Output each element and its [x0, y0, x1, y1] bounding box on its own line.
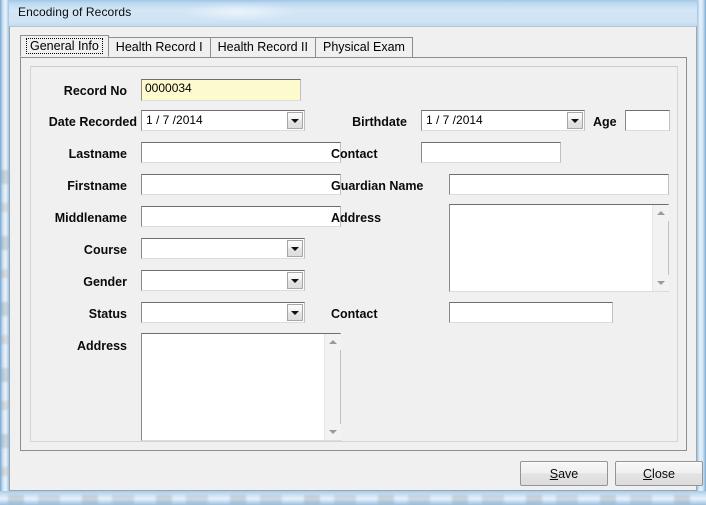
tab-strip: General Info Health Record I Health Reco…: [20, 35, 413, 57]
address-right-scrollbar[interactable]: [652, 205, 669, 291]
scroll-down-icon[interactable]: [653, 275, 669, 291]
date-recorded-label: Date Recorded: [48, 115, 137, 129]
save-button-label: Save: [549, 466, 579, 481]
general-info-panel: Record No 0000034 Date Recorded 1 / 7 /2…: [30, 66, 678, 442]
address-left-scrollbar[interactable]: [324, 334, 341, 440]
guardian-name-input[interactable]: [449, 174, 669, 195]
address-left-textarea[interactable]: [141, 333, 341, 441]
tab-general-info-label: General Info: [26, 37, 103, 55]
middlename-input[interactable]: [141, 206, 341, 227]
date-recorded-dropdown-button[interactable]: [287, 112, 303, 129]
tab-health-record-2[interactable]: Health Record II: [209, 37, 316, 57]
birthdate-dropdown-button[interactable]: [567, 112, 583, 129]
triangle-down-glyph: [657, 281, 665, 285]
address-right-textarea[interactable]: [449, 204, 669, 292]
address-right-label: Address: [331, 211, 382, 225]
desktop-bleed-left: [1, 170, 8, 490]
tab-page-general-info: Record No 0000034 Date Recorded 1 / 7 /2…: [20, 57, 687, 451]
title-bar-sheen: [179, 2, 299, 20]
desktop-bleed-bottom: [8, 495, 698, 504]
window-title: Encoding of Records: [18, 5, 132, 19]
lastname-label: Lastname: [68, 147, 127, 161]
tab-health-record-1-label: Health Record I: [115, 40, 203, 55]
record-no-label: Record No: [63, 84, 127, 98]
guardian-name-label: Guardian Name: [331, 179, 424, 193]
contact-bottom-input[interactable]: [449, 302, 613, 323]
save-button[interactable]: Save: [520, 461, 608, 486]
tab-general-info[interactable]: General Info: [20, 35, 109, 57]
birthdate-picker[interactable]: 1 / 7 /2014: [421, 110, 585, 131]
course-label: Course: [83, 243, 127, 257]
lastname-input[interactable]: [141, 142, 341, 163]
chevron-down-icon: [291, 278, 299, 283]
firstname-input[interactable]: [141, 174, 341, 195]
gender-dropdown-button[interactable]: [287, 272, 303, 289]
age-input[interactable]: [625, 110, 670, 131]
middlename-label: Middlename: [54, 211, 127, 225]
gender-combobox[interactable]: [141, 270, 305, 291]
birthdate-label: Birthdate: [352, 115, 407, 129]
scroll-up-icon[interactable]: [653, 205, 669, 221]
gender-label: Gender: [83, 275, 127, 289]
date-recorded-value: 1 / 7 /2014: [146, 113, 203, 127]
status-combobox[interactable]: [141, 302, 305, 323]
contact-bottom-label: Contact: [331, 307, 378, 321]
firstname-label: Firstname: [67, 179, 127, 193]
birthdate-value: 1 / 7 /2014: [426, 113, 483, 127]
chevron-down-icon: [291, 246, 299, 251]
triangle-down-glyph: [329, 430, 337, 434]
tab-control: General Info Health Record I Health Reco…: [20, 35, 687, 451]
chevron-down-icon: [291, 118, 299, 123]
scroll-down-icon[interactable]: [325, 424, 341, 440]
triangle-up-glyph: [329, 340, 337, 344]
status-label: Status: [88, 307, 127, 321]
close-button-label: Close: [643, 466, 675, 481]
contact-top-label: Contact: [331, 147, 378, 161]
date-recorded-picker[interactable]: 1 / 7 /2014: [141, 110, 305, 131]
application-window: Encoding of Records General Info Health …: [0, 0, 706, 505]
record-no-input[interactable]: 0000034: [141, 79, 301, 101]
tab-health-record-1[interactable]: Health Record I: [107, 37, 211, 57]
tab-physical-exam-label: Physical Exam: [322, 40, 405, 55]
window-frame-right: [697, 0, 706, 505]
age-label: Age: [593, 115, 617, 129]
chevron-down-icon: [291, 310, 299, 315]
triangle-up-glyph: [657, 211, 665, 215]
contact-top-input[interactable]: [421, 142, 561, 163]
tab-physical-exam[interactable]: Physical Exam: [314, 37, 413, 57]
chevron-down-icon: [571, 118, 579, 123]
client-area: General Info Health Record I Health Reco…: [9, 26, 703, 491]
address-left-label: Address: [76, 339, 127, 353]
course-combobox[interactable]: [141, 238, 305, 259]
status-dropdown-button[interactable]: [287, 304, 303, 321]
tab-health-record-2-label: Health Record II: [217, 40, 308, 55]
close-button[interactable]: Close: [615, 461, 703, 486]
course-dropdown-button[interactable]: [287, 240, 303, 257]
title-bar[interactable]: Encoding of Records: [9, 0, 697, 26]
scroll-up-icon[interactable]: [325, 334, 341, 350]
